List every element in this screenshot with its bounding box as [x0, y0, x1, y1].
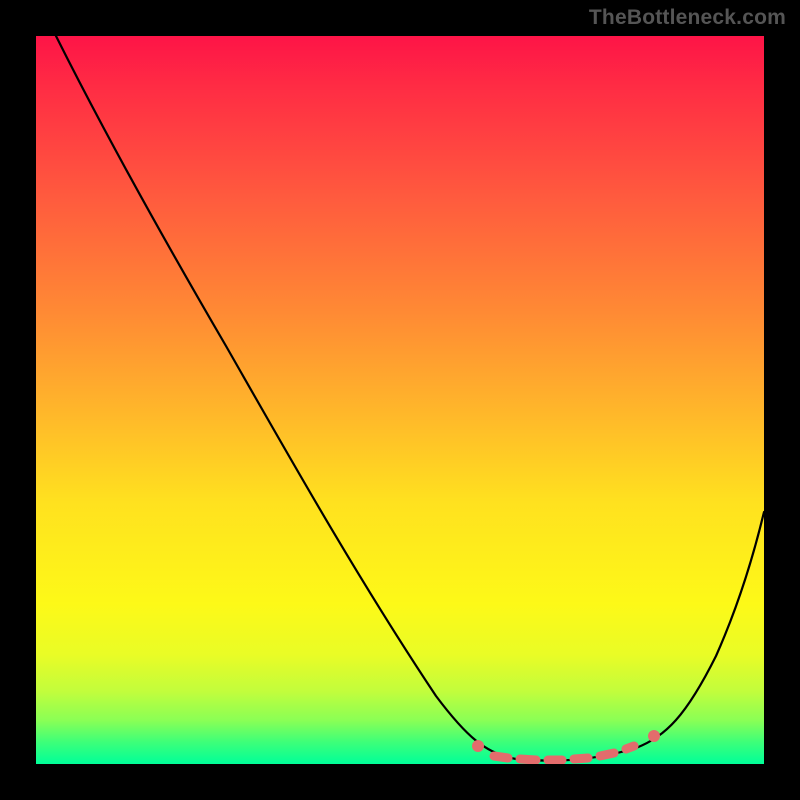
- watermark-text: TheBottleneck.com: [589, 6, 786, 30]
- curve-svg: [36, 36, 764, 764]
- bottleneck-curve: [56, 36, 764, 761]
- chart-frame: TheBottleneck.com: [0, 0, 800, 800]
- elbow-dot-left: [472, 740, 484, 752]
- elbow-dot-right: [648, 730, 660, 742]
- plot-area: [36, 36, 764, 764]
- dash-6: [626, 746, 634, 749]
- dash-1: [494, 756, 508, 758]
- dash-4: [574, 758, 588, 759]
- optimal-zone-highlight: [472, 730, 660, 760]
- dash-2: [520, 759, 536, 760]
- dash-5: [600, 753, 614, 756]
